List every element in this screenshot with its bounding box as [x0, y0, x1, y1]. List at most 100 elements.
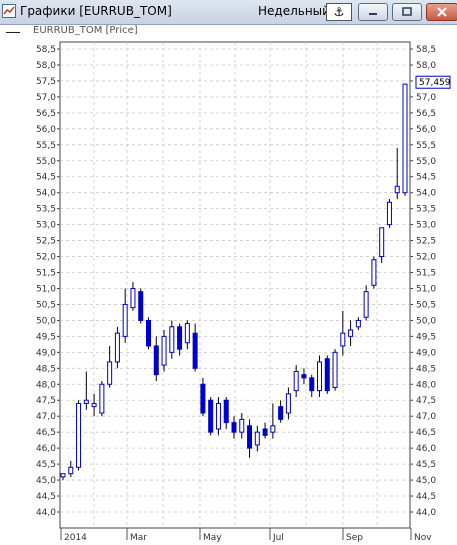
y-tick-label-left: 46,0: [36, 444, 56, 454]
chart-window: Графики [EURRUB_TOM] Недельный ⚓ EURRUB_…: [0, 0, 457, 545]
candle-up: [76, 402, 82, 468]
candle-up: [114, 332, 120, 363]
chart-grid: [59, 41, 411, 529]
candle-up: [130, 287, 136, 309]
y-tick-label-right: 45,5: [416, 460, 436, 470]
y-tick-label-right: 47,5: [416, 396, 436, 406]
candle-down: [301, 374, 307, 379]
x-tick-label: Jul: [272, 533, 284, 543]
candle-up: [363, 291, 369, 318]
candle-down: [138, 291, 144, 321]
y-tick-label-left: 57,0: [36, 93, 56, 103]
y-tick-label-right: 56,5: [416, 109, 436, 119]
candle-up: [394, 185, 400, 194]
candle-up: [270, 425, 276, 433]
y-tick-label-left: 53,5: [36, 205, 56, 215]
y-tick-label-right: 57,0: [416, 93, 436, 103]
y-tick-label-left: 45,0: [36, 476, 56, 486]
candle-up: [371, 259, 377, 286]
y-tick-label-left: 53,0: [36, 221, 56, 231]
candle-up: [355, 319, 361, 328]
candle-up: [285, 393, 291, 414]
last-price-label: 57,459: [415, 75, 451, 89]
y-tick-label-right: 44,0: [416, 508, 436, 518]
last-price-text: 57,459: [419, 78, 451, 88]
y-tick-label-left: 49,5: [36, 332, 56, 342]
time-axis: 2014 Mar May Jul Sep Nov: [60, 527, 432, 543]
y-tick-label-right: 50,0: [416, 316, 436, 326]
y-tick-label-right: 45,0: [416, 476, 436, 486]
candle-up: [169, 326, 175, 353]
y-tick-label-left: 55,5: [36, 141, 56, 151]
y-tick-label-right: 51,0: [416, 284, 436, 294]
candle-down: [324, 358, 330, 392]
y-tick-label-right: 55,5: [416, 141, 436, 151]
y-tick-label-right: 54,5: [416, 173, 436, 183]
candle-up: [340, 332, 346, 347]
candle-up: [215, 402, 221, 430]
y-tick-label-right: 46,5: [416, 428, 436, 438]
y-tick-label-left: 45,5: [36, 460, 56, 470]
y-tick-label-left: 56,5: [36, 109, 56, 119]
y-tick-label-left: 51,0: [36, 284, 56, 294]
price-chart[interactable]: 44,0 44,5 45,0 45,5 46,0 46,5 47,0 47,5 48,0 48,5…: [0, 0, 457, 545]
candle-up: [254, 431, 260, 446]
y-tick-label-right: 56,0: [416, 125, 436, 135]
candle-down: [153, 345, 159, 376]
candle-down: [177, 326, 183, 350]
y-tick-label-right: 48,5: [416, 364, 436, 374]
y-tick-label-right: 46,0: [416, 444, 436, 454]
candle-up: [83, 399, 89, 404]
candle-down: [146, 319, 151, 347]
candle-up: [317, 361, 322, 392]
x-tick-label: May: [203, 533, 222, 543]
candle-up: [386, 201, 392, 226]
candlestick-series: [60, 83, 408, 481]
y-tick-label-right: 50,5: [416, 300, 436, 310]
candle-up: [91, 402, 97, 408]
candle-up: [122, 303, 128, 337]
y-tick-label-right: 52,5: [416, 237, 436, 247]
candle-down: [192, 332, 198, 369]
y-tick-label-left: 51,5: [36, 269, 56, 279]
y-tick-label-left: 47,0: [36, 412, 56, 422]
y-tick-label-left: 48,5: [36, 364, 56, 374]
right-axis: 44,0 44,5 45,0 45,5 46,0 46,5 47,0 47,5 48,0 48,5…: [410, 45, 436, 518]
y-tick-label-left: 48,0: [36, 380, 56, 390]
candle-up: [68, 466, 74, 475]
candle-up: [239, 418, 245, 433]
candle-up: [99, 383, 105, 414]
x-tick-label: Nov: [414, 533, 432, 543]
y-tick-label-left: 52,0: [36, 253, 56, 263]
y-tick-label-right: 53,0: [416, 221, 436, 231]
y-tick-label-right: 44,5: [416, 492, 436, 502]
y-tick-label-left: 50,0: [36, 316, 56, 326]
y-tick-label-right: 53,5: [416, 205, 436, 215]
y-tick-label-left: 57,5: [36, 77, 56, 87]
candle-up: [402, 83, 408, 194]
candle-down: [208, 399, 214, 433]
y-tick-label-left: 54,0: [36, 189, 56, 199]
candle-down: [231, 422, 237, 433]
x-tick-label: Sep: [346, 533, 363, 543]
y-tick-label-right: 54,0: [416, 189, 436, 199]
candle-down: [247, 425, 253, 449]
y-tick-label-left: 56,0: [36, 125, 56, 135]
y-tick-label-left: 55,0: [36, 157, 56, 167]
y-tick-label-left: 46,5: [36, 428, 56, 438]
candle-down: [200, 383, 206, 414]
left-axis: 44,0 44,5 45,0 45,5 46,0 46,5 47,0 47,5 48,0 48,5…: [36, 45, 60, 518]
candle-up: [107, 361, 113, 385]
candle-up: [60, 473, 66, 478]
y-tick-label-left: 44,0: [36, 508, 56, 518]
candle-up: [293, 371, 299, 392]
x-tick-label: Mar: [130, 533, 147, 543]
candle-down: [223, 399, 229, 424]
y-tick-label-left: 47,5: [36, 396, 56, 406]
y-tick-label-left: 54,5: [36, 173, 56, 183]
y-tick-label-right: 51,5: [416, 269, 436, 279]
y-tick-label-right: 47,0: [416, 412, 436, 422]
y-tick-label-right: 58,5: [416, 45, 436, 55]
x-tick-label: 2014: [64, 533, 87, 543]
y-tick-label-right: 48,0: [416, 380, 436, 390]
